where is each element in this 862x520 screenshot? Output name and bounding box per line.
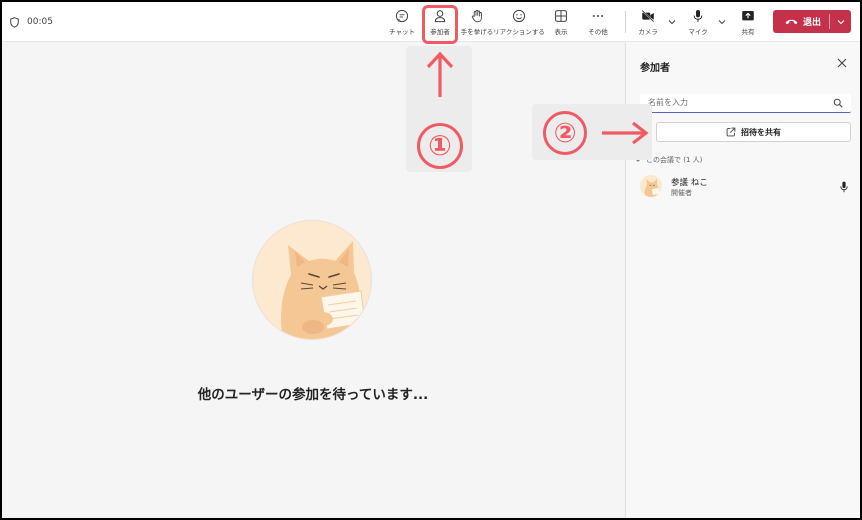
arrow-up-icon	[426, 51, 454, 97]
mic-button[interactable]: マイク	[686, 5, 710, 41]
timer-text: 00:05	[27, 17, 53, 27]
chat-icon	[395, 9, 409, 23]
cat-avatar-large	[252, 220, 372, 340]
meeting-timer: 00:05	[10, 15, 53, 29]
search-box	[640, 94, 851, 113]
mic-label: マイク	[688, 28, 708, 36]
view-button[interactable]: 表示	[548, 5, 574, 41]
leave-options[interactable]	[830, 10, 851, 33]
camera-options-chevron-icon[interactable]	[667, 17, 677, 27]
shield-icon	[10, 16, 19, 28]
reactions-label: リアクションする	[493, 28, 545, 36]
raise-hand-label: 手を挙げる	[460, 28, 494, 36]
participant-row[interactable]: 参議 ねこ 開催者	[640, 175, 855, 199]
hand-icon	[471, 9, 482, 23]
share-icon	[726, 127, 736, 137]
mic-icon	[693, 10, 703, 22]
share-label: 共有	[741, 28, 755, 36]
view-label: 表示	[554, 28, 568, 36]
reactions-button[interactable]: リアクションする	[493, 5, 545, 41]
meeting-window: 00:05 チャット 参加者 手を挙げる リアクションする 表示 その他 カメラ…	[2, 2, 860, 518]
more-dots-icon	[592, 15, 604, 17]
cat-avatar-icon	[640, 175, 662, 197]
invite-label: 招待を共有	[741, 127, 781, 137]
camera-label: カメラ	[638, 28, 658, 36]
participant-role: 開催者	[671, 189, 692, 197]
grid-view-icon	[555, 10, 567, 22]
hang-up-icon	[785, 19, 798, 25]
more-label: その他	[588, 28, 608, 36]
people-button-highlight	[422, 5, 458, 44]
close-icon[interactable]	[836, 57, 848, 69]
chat-label: チャット	[389, 28, 415, 36]
step-1-marker: ①	[417, 123, 463, 169]
mic-options-chevron-icon[interactable]	[717, 17, 727, 27]
chevron-down-icon	[837, 19, 844, 24]
chat-button[interactable]: チャット	[386, 5, 418, 41]
raise-hand-button[interactable]: 手を挙げる	[460, 5, 494, 41]
step-1-label: ①	[428, 129, 452, 162]
camera-button[interactable]: カメラ	[636, 5, 660, 41]
leave-label: 退出	[803, 18, 822, 28]
step-2-label: ②	[553, 117, 577, 149]
section-label: この会議で (1 人)	[646, 156, 703, 164]
search-input[interactable]	[640, 94, 830, 111]
panel-title: 参加者	[640, 63, 670, 74]
more-button[interactable]: その他	[584, 5, 612, 41]
search-icon	[833, 98, 843, 108]
arrow-right-icon	[602, 121, 649, 145]
waiting-message: 他のユーザーの参加を待っています...	[197, 387, 429, 403]
share-screen-icon	[742, 11, 754, 21]
participant-name: 参議 ねこ	[671, 178, 708, 188]
camera-off-icon	[641, 10, 655, 23]
toolbar-separator	[625, 11, 626, 33]
avatar	[640, 175, 662, 197]
share-button[interactable]: 共有	[736, 5, 760, 41]
step-2-marker: ②	[543, 111, 587, 155]
cat-illustration-icon	[253, 221, 371, 339]
participants-panel: 参加者 招待を共有 この会議で (1 人)	[625, 42, 860, 518]
mic-icon	[840, 181, 848, 193]
share-invite-button[interactable]: 招待を共有	[656, 122, 851, 142]
leave-main[interactable]: 退出	[773, 10, 829, 33]
leave-button[interactable]: 退出	[773, 10, 851, 33]
smiley-icon	[512, 9, 526, 23]
